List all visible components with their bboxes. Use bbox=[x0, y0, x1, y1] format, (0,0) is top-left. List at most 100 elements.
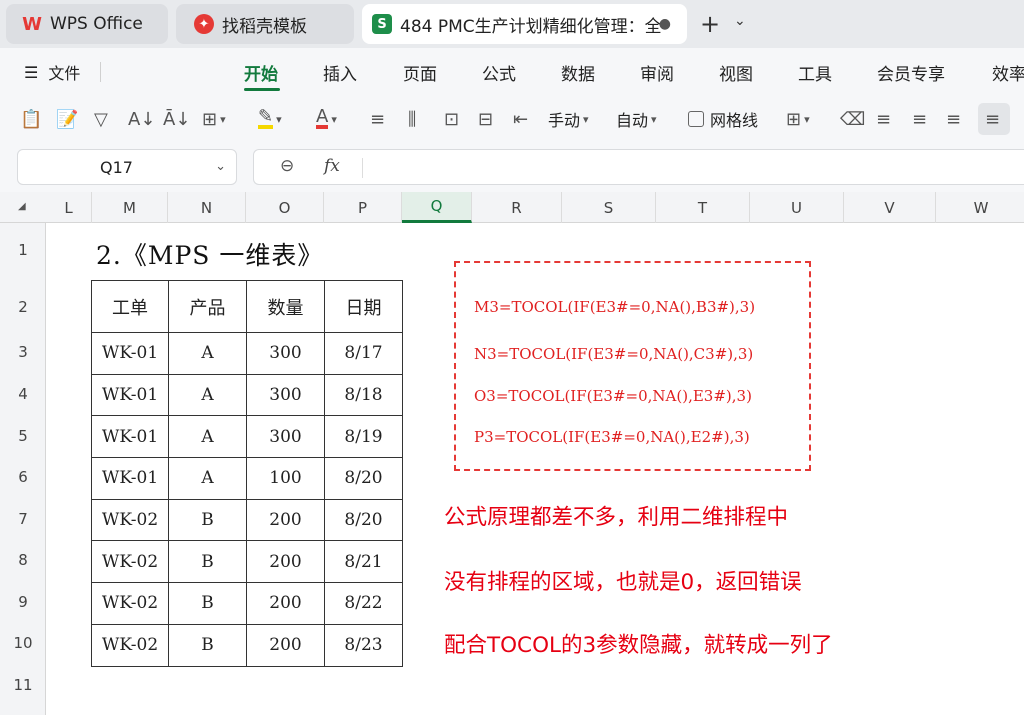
table-header-cell[interactable]: 产品 bbox=[168, 280, 247, 333]
fill-color-icon[interactable]: ✎ ▾ bbox=[258, 106, 282, 132]
table-cell[interactable]: 300 bbox=[246, 332, 325, 375]
menu-data[interactable]: 数据 bbox=[561, 60, 595, 85]
gridlines-checkbox[interactable]: 网格线 bbox=[688, 106, 758, 132]
tab-docer-templates[interactable]: ✦ 找稻壳模板 bbox=[176, 4, 354, 44]
borders-icon[interactable]: ⊞ ▾ bbox=[202, 106, 226, 132]
row-header[interactable]: 8 bbox=[0, 551, 46, 569]
table-cell[interactable]: WK-02 bbox=[91, 582, 169, 625]
paste-values-icon[interactable]: 📋 bbox=[20, 106, 42, 132]
table-cell[interactable]: 8/18 bbox=[324, 373, 403, 417]
column-header[interactable]: U bbox=[750, 192, 844, 223]
table-cell[interactable]: WK-01 bbox=[91, 415, 169, 459]
formula-input[interactable]: ⊖ fx bbox=[253, 149, 1024, 185]
cell-style-icon[interactable]: ⊞ ▾ bbox=[786, 106, 810, 132]
table-cell[interactable]: B bbox=[168, 623, 247, 667]
column-header-selected[interactable]: Q bbox=[402, 192, 472, 223]
column-header[interactable]: S bbox=[562, 192, 656, 223]
table-cell[interactable]: 8/17 bbox=[324, 332, 403, 375]
column-header[interactable]: L bbox=[46, 192, 92, 223]
menu-home[interactable]: 开始 bbox=[244, 60, 278, 85]
table-cell[interactable]: 200 bbox=[246, 498, 325, 542]
clear-format-icon[interactable]: ⌫ bbox=[840, 106, 865, 132]
table-cell[interactable]: 8/21 bbox=[324, 540, 403, 584]
table-cell[interactable]: B bbox=[168, 498, 247, 542]
align-justify-icon[interactable]: ≡ bbox=[985, 106, 1000, 132]
table-cell[interactable]: 100 bbox=[246, 457, 325, 500]
table-cell[interactable]: A bbox=[168, 373, 247, 417]
sort-ascending-icon[interactable]: A↓ bbox=[128, 106, 155, 132]
menu-page[interactable]: 页面 bbox=[403, 60, 437, 85]
table-cell[interactable]: 200 bbox=[246, 540, 325, 584]
row-header[interactable]: 2 bbox=[0, 298, 46, 316]
table-cell[interactable]: 200 bbox=[246, 623, 325, 667]
table-cell[interactable]: WK-02 bbox=[91, 540, 169, 584]
table-header-cell[interactable]: 工单 bbox=[91, 280, 169, 333]
column-header[interactable]: T bbox=[656, 192, 750, 223]
wrap-text-icon[interactable]: ≡ bbox=[370, 106, 385, 132]
table-cell[interactable]: B bbox=[168, 582, 247, 625]
row-header[interactable]: 4 bbox=[0, 385, 46, 403]
import-icon[interactable]: ⇤ bbox=[513, 106, 528, 132]
table-cell[interactable]: 200 bbox=[246, 582, 325, 625]
table-cell[interactable]: 8/20 bbox=[324, 457, 403, 500]
table-cell[interactable]: WK-01 bbox=[91, 373, 169, 417]
select-all-icon[interactable]: ◢ bbox=[18, 201, 26, 212]
column-header[interactable]: M bbox=[92, 192, 168, 223]
column-header[interactable]: R bbox=[472, 192, 562, 223]
row-header[interactable]: 1 bbox=[0, 241, 46, 259]
align-left-icon[interactable]: ≡ bbox=[876, 106, 891, 132]
manual-dropdown[interactable]: 手动 ▾ bbox=[548, 106, 589, 132]
table-cell[interactable]: 8/20 bbox=[324, 498, 403, 542]
column-header[interactable]: V bbox=[844, 192, 936, 223]
column-header[interactable]: O bbox=[246, 192, 324, 223]
tab-active-spreadsheet[interactable]: S 484 PMC生产计划精细化管理：全 ● bbox=[362, 4, 687, 44]
menu-efficiency[interactable]: 效率 bbox=[992, 60, 1024, 85]
row-header[interactable]: 3 bbox=[0, 343, 46, 361]
menu-member[interactable]: 会员专享 bbox=[877, 60, 945, 85]
menu-tools[interactable]: 工具 bbox=[798, 60, 832, 85]
align-right-icon[interactable]: ≡ bbox=[946, 106, 961, 132]
freeze-icon[interactable]: ⊟ bbox=[478, 106, 493, 132]
table-cell[interactable]: 8/22 bbox=[324, 582, 403, 625]
sort-descending-icon[interactable]: Ā↓ bbox=[163, 106, 190, 132]
table-cell[interactable]: B bbox=[168, 540, 247, 584]
paste-format-icon[interactable]: 📝 bbox=[56, 106, 78, 132]
table-header-cell[interactable]: 数量 bbox=[246, 280, 325, 333]
file-menu[interactable]: ☰ 文件 bbox=[24, 60, 80, 84]
tab-wps-office[interactable]: W WPS Office bbox=[6, 4, 168, 44]
tab-list-chevron-icon[interactable]: ⌄ bbox=[734, 13, 746, 29]
table-cell[interactable]: A bbox=[168, 332, 247, 375]
table-cell[interactable]: WK-02 bbox=[91, 623, 169, 667]
table-cell[interactable]: WK-01 bbox=[91, 332, 169, 375]
row-header[interactable]: 9 bbox=[0, 593, 46, 611]
chevron-down-icon[interactable]: ⌄ bbox=[215, 159, 226, 174]
name-box[interactable]: Q17 ⌄ bbox=[17, 149, 237, 185]
row-header[interactable]: 5 bbox=[0, 427, 46, 445]
column-header[interactable]: N bbox=[168, 192, 246, 223]
table-cell[interactable]: 300 bbox=[246, 415, 325, 459]
columns-icon[interactable]: ⫼ bbox=[408, 106, 416, 132]
table-cell[interactable]: WK-01 bbox=[91, 457, 169, 500]
table-cell[interactable]: A bbox=[168, 415, 247, 459]
zoom-icon[interactable]: ⊖ bbox=[280, 156, 294, 176]
menu-review[interactable]: 审阅 bbox=[640, 60, 674, 85]
merge-icon[interactable]: ⊡ bbox=[444, 106, 459, 132]
table-cell[interactable]: A bbox=[168, 457, 247, 500]
table-cell[interactable]: 8/23 bbox=[324, 623, 403, 667]
fx-icon[interactable]: fx bbox=[324, 156, 340, 176]
font-color-icon[interactable]: A ▾ bbox=[316, 106, 337, 132]
auto-dropdown[interactable]: 自动 ▾ bbox=[616, 106, 657, 132]
align-center-icon[interactable]: ≡ bbox=[912, 106, 927, 132]
row-header[interactable]: 11 bbox=[0, 676, 46, 694]
row-header[interactable]: 7 bbox=[0, 510, 46, 528]
table-header-cell[interactable]: 日期 bbox=[324, 280, 403, 333]
table-cell[interactable]: 300 bbox=[246, 373, 325, 417]
menu-view[interactable]: 视图 bbox=[719, 60, 753, 85]
row-header[interactable]: 10 bbox=[0, 634, 46, 652]
table-cell[interactable]: WK-02 bbox=[91, 498, 169, 542]
unsaved-dot-icon[interactable]: ● bbox=[659, 16, 671, 32]
column-header[interactable]: P bbox=[324, 192, 402, 223]
table-cell[interactable]: 8/19 bbox=[324, 415, 403, 459]
filter-icon[interactable]: ▽ bbox=[94, 106, 108, 132]
row-header[interactable]: 6 bbox=[0, 468, 46, 486]
